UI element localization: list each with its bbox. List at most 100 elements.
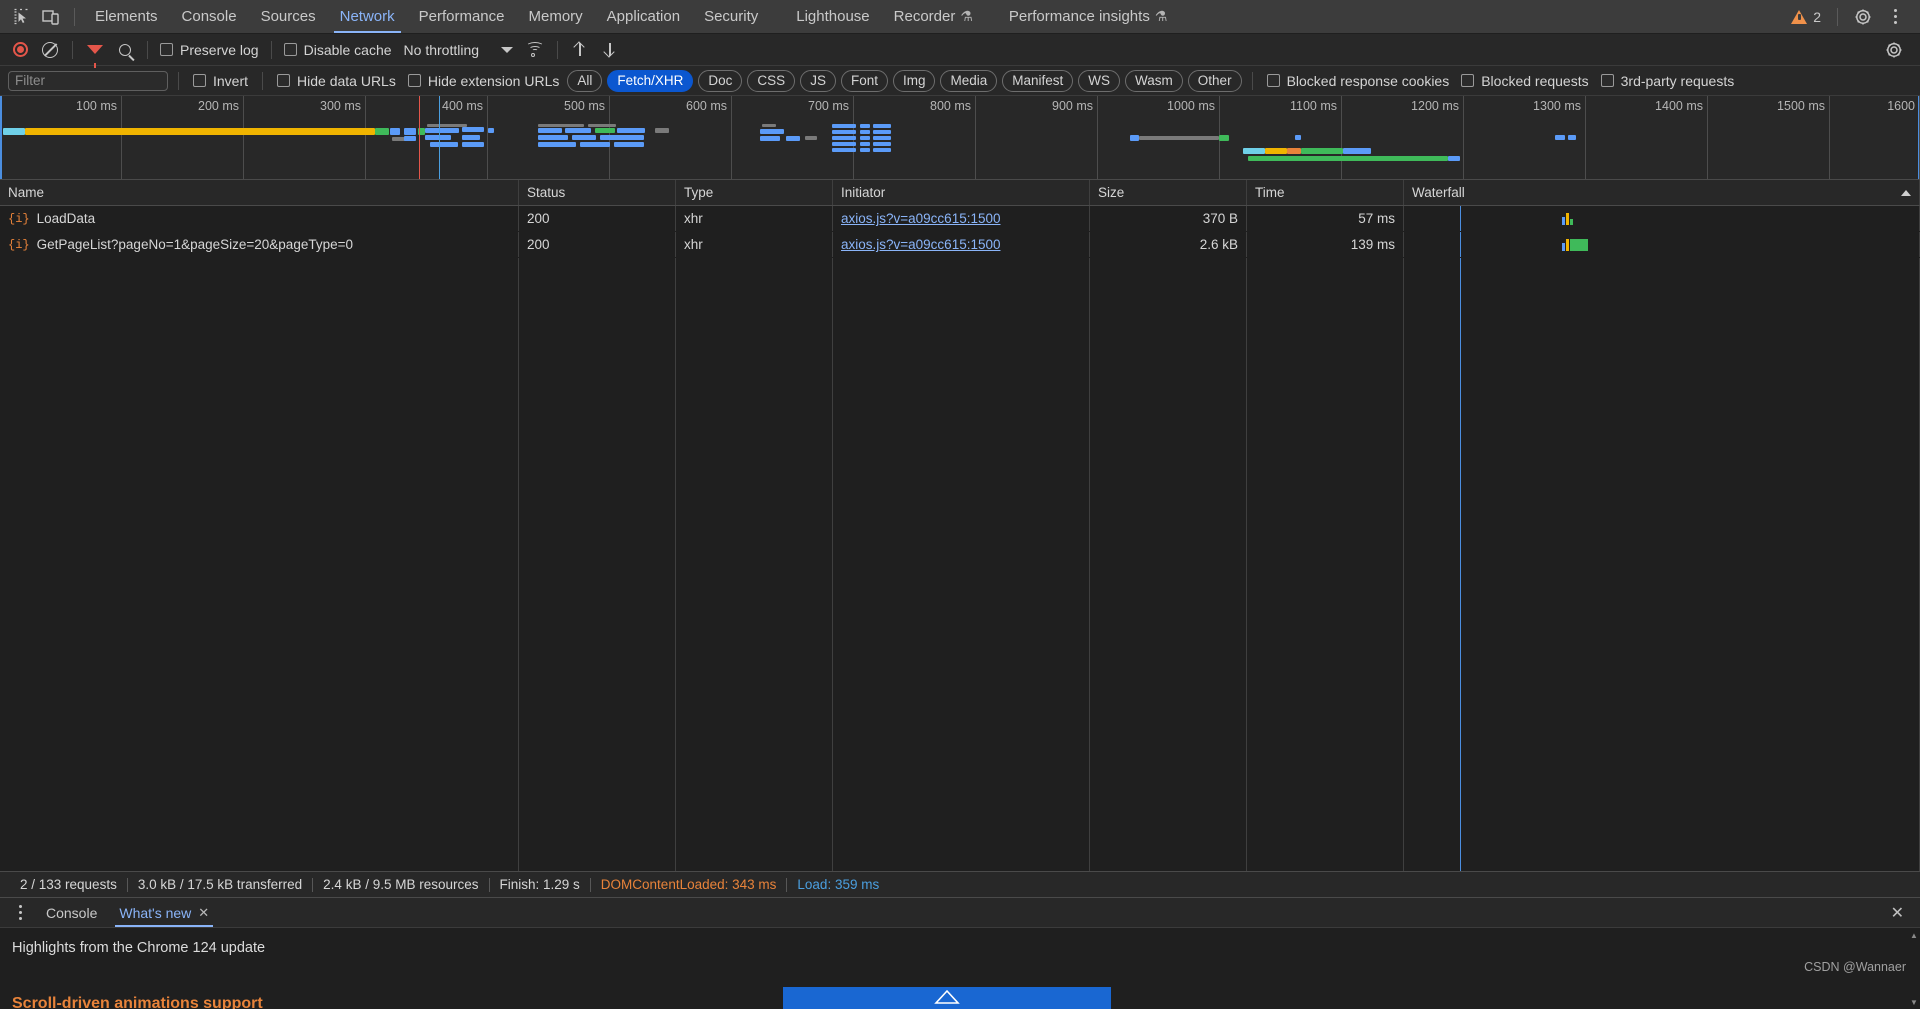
watermark-text: CSDN @Wannaer [1804, 960, 1906, 974]
tab-performance[interactable]: Performance [407, 0, 517, 33]
warning-triangle-icon [1791, 9, 1808, 24]
overview-tick-label: 100 ms [76, 99, 117, 113]
chip-manifest[interactable]: Manifest [1002, 69, 1074, 92]
close-drawer-button[interactable]: ✕ [1881, 903, 1914, 923]
tab-network-label: Network [339, 8, 395, 25]
warning-badge[interactable]: 2 [1785, 9, 1827, 25]
blocked-response-cookies-checkbox[interactable]: Blocked response cookies [1263, 73, 1454, 89]
throttling-value: No throttling [403, 41, 480, 58]
tab-recorder[interactable]: Recorder ⚗ [882, 0, 985, 33]
column-header-type[interactable]: Type [676, 180, 833, 205]
column-label: Status [527, 185, 566, 200]
tab-performance-insights[interactable]: Performance insights ⚗ [997, 0, 1179, 33]
table-row[interactable]: {i} LoadData 200 xhr axios.js?v=a09cc615… [0, 206, 1920, 232]
tab-lighthouse[interactable]: Lighthouse [784, 0, 881, 33]
column-label: Time [1255, 185, 1285, 200]
preserve-log-checkbox[interactable]: Preserve log [156, 42, 263, 58]
chip-fetch-xhr[interactable]: Fetch/XHR [607, 69, 694, 92]
filter-funnel-icon[interactable] [81, 38, 109, 68]
blocked-response-cookies-label: Blocked response cookies [1286, 72, 1450, 89]
filter-input[interactable] [8, 70, 168, 91]
drawer-scrollbar[interactable]: ▲ ▼ [1908, 928, 1920, 1009]
cell-time: 57 ms [1247, 206, 1404, 231]
chip-img[interactable]: Img [892, 69, 936, 92]
clear-network-log-icon[interactable] [36, 38, 64, 62]
more-vertical-icon[interactable] [6, 901, 34, 925]
hide-data-urls-checkbox[interactable]: Hide data URLs [273, 73, 400, 89]
close-icon[interactable]: ✕ [198, 905, 209, 921]
drawer-tab-console[interactable]: Console [36, 898, 107, 927]
wifi-settings-icon[interactable] [521, 38, 549, 62]
tab-elements[interactable]: Elements [83, 0, 170, 33]
chip-css[interactable]: CSS [747, 69, 796, 92]
xhr-json-icon: {i} [8, 211, 30, 226]
summary-finish: Finish: 1.29 s [499, 877, 580, 892]
column-header-size[interactable]: Size [1090, 180, 1247, 205]
overview-tick-label: 500 ms [564, 99, 605, 113]
blocked-requests-checkbox[interactable]: Blocked requests [1457, 73, 1592, 89]
tab-application[interactable]: Application [595, 0, 692, 33]
inspect-cursor-icon[interactable] [6, 4, 36, 30]
cell-name[interactable]: {i} GetPageList?pageNo=1&pageSize=20&pag… [0, 232, 519, 257]
third-party-requests-checkbox[interactable]: 3rd-party requests [1597, 73, 1739, 89]
cell-name[interactable]: {i} LoadData [0, 206, 519, 231]
hide-extension-urls-checkbox[interactable]: Hide extension URLs [404, 73, 564, 89]
overview-tick-label: 400 ms [442, 99, 483, 113]
throttling-dropdown[interactable]: No throttling [398, 40, 519, 60]
gear-icon[interactable] [1880, 38, 1908, 62]
scroll-down-arrow-icon[interactable]: ▼ [1909, 997, 1919, 1007]
network-overview-timeline[interactable]: 100 ms 200 ms 300 ms 400 ms 500 ms 600 m… [0, 96, 1920, 180]
cell-size: 2.6 kB [1090, 232, 1247, 257]
whats-new-section-title: Scroll-driven animations support [12, 995, 263, 1009]
export-har-icon[interactable] [596, 38, 624, 62]
more-vertical-icon[interactable] [1880, 4, 1910, 30]
request-name: GetPageList?pageNo=1&pageSize=20&pageTyp… [36, 237, 353, 252]
size-text: 370 B [1202, 211, 1238, 226]
initiator-link[interactable]: axios.js?v=a09cc615:1500 [841, 211, 1001, 226]
flask-icon: ⚗ [1154, 8, 1168, 24]
waterfall-load-marker [1460, 232, 1461, 257]
chip-all[interactable]: All [567, 69, 603, 92]
drawer-tab-whats-new[interactable]: What's new ✕ [109, 898, 219, 927]
column-header-initiator[interactable]: Initiator [833, 180, 1090, 205]
dom-content-loaded-marker [419, 96, 420, 179]
table-row[interactable]: {i} GetPageList?pageNo=1&pageSize=20&pag… [0, 232, 1920, 258]
import-har-icon[interactable] [566, 38, 594, 62]
invert-checkbox[interactable]: Invert [189, 73, 252, 89]
search-icon[interactable] [111, 38, 139, 62]
device-toolbar-icon[interactable] [36, 4, 66, 30]
tab-memory[interactable]: Memory [517, 0, 595, 33]
chip-font[interactable]: Font [840, 69, 888, 92]
summary-resources: 2.4 kB / 9.5 MB resources [323, 877, 479, 892]
chip-doc[interactable]: Doc [698, 69, 743, 92]
record-button-icon[interactable] [6, 38, 34, 62]
load-event-marker [439, 96, 440, 179]
chip-media[interactable]: Media [940, 69, 998, 92]
gear-icon[interactable] [1848, 4, 1878, 30]
chip-other[interactable]: Other [1187, 69, 1242, 92]
chip-wasm[interactable]: Wasm [1125, 69, 1183, 92]
column-header-time[interactable]: Time [1247, 180, 1404, 205]
column-header-name[interactable]: Name [0, 180, 519, 205]
hide-extension-urls-label: Hide extension URLs [427, 72, 560, 89]
disable-cache-checkbox[interactable]: Disable cache [280, 42, 396, 58]
tab-security[interactable]: Security [692, 0, 770, 33]
cell-size: 370 B [1090, 206, 1247, 231]
filterbar-divider [1251, 71, 1253, 90]
initiator-link[interactable]: axios.js?v=a09cc615:1500 [841, 237, 1001, 252]
chip-js[interactable]: JS [800, 69, 836, 92]
column-header-waterfall[interactable]: Waterfall [1404, 180, 1920, 205]
tab-sources[interactable]: Sources [249, 0, 328, 33]
network-request-table: Name Status Type Initiator Size Time Wat… [0, 180, 1920, 871]
overview-tick-label: 600 ms [686, 99, 727, 113]
whats-new-hero-image [783, 987, 1111, 1009]
overview-tick-label: 200 ms [198, 99, 239, 113]
waterfall-bar [1562, 239, 1588, 251]
overview-tick-label: 1100 ms [1289, 99, 1337, 113]
column-header-status[interactable]: Status [519, 180, 676, 205]
scroll-up-arrow-icon[interactable]: ▲ [1909, 930, 1919, 940]
tab-console[interactable]: Console [170, 0, 249, 33]
tab-network[interactable]: Network [328, 0, 407, 33]
drawer-tab-console-label: Console [46, 904, 98, 921]
chip-ws[interactable]: WS [1078, 69, 1121, 92]
